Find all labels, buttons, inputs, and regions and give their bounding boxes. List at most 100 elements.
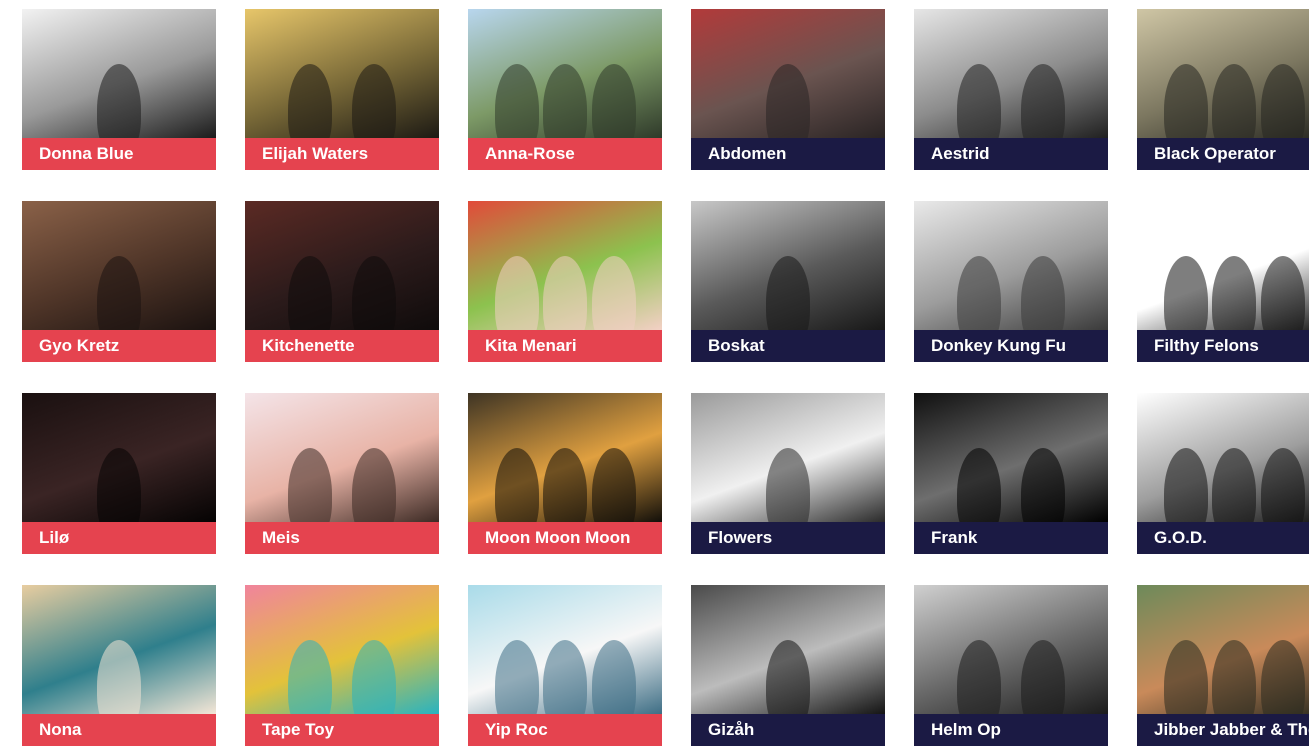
artist-name: Tape Toy bbox=[245, 714, 439, 746]
person-silhouette bbox=[97, 64, 141, 138]
artist-card[interactable]: Flowers bbox=[691, 393, 885, 554]
artist-card[interactable]: Frank bbox=[914, 393, 1108, 554]
person-silhouette bbox=[352, 448, 396, 522]
artist-photo bbox=[914, 585, 1108, 714]
artist-card[interactable]: Moon Moon Moon bbox=[468, 393, 662, 554]
artist-card[interactable]: Lilø bbox=[22, 393, 216, 554]
person-silhouette bbox=[957, 448, 1001, 522]
person-silhouette bbox=[543, 64, 587, 138]
artist-name: Frank bbox=[914, 522, 1108, 554]
person-silhouette bbox=[543, 256, 587, 330]
artist-card[interactable]: G.O.D. bbox=[1137, 393, 1309, 554]
artist-photo bbox=[1137, 201, 1309, 330]
person-silhouette bbox=[352, 256, 396, 330]
person-silhouette bbox=[97, 640, 141, 714]
person-silhouette bbox=[352, 640, 396, 714]
artist-photo bbox=[1137, 585, 1309, 714]
artist-card[interactable]: Abdomen bbox=[691, 9, 885, 170]
person-silhouette bbox=[1261, 448, 1305, 522]
artist-photo bbox=[22, 393, 216, 522]
person-silhouette bbox=[288, 256, 332, 330]
artist-card[interactable]: Kitchenette bbox=[245, 201, 439, 362]
artist-photo bbox=[245, 201, 439, 330]
artist-name: Nona bbox=[22, 714, 216, 746]
person-silhouette bbox=[495, 256, 539, 330]
artist-photo bbox=[468, 585, 662, 714]
person-silhouette bbox=[1164, 448, 1208, 522]
artist-name: Abdomen bbox=[691, 138, 885, 170]
artist-card[interactable]: Tape Toy bbox=[245, 585, 439, 746]
artist-card[interactable]: Helm Op bbox=[914, 585, 1108, 746]
artist-card[interactable]: Gizåh bbox=[691, 585, 885, 746]
artist-name: Moon Moon Moon bbox=[468, 522, 662, 554]
artist-name: Flowers bbox=[691, 522, 885, 554]
artist-card[interactable]: Donna Blue bbox=[22, 9, 216, 170]
person-silhouette bbox=[1261, 256, 1305, 330]
artist-card[interactable]: Kita Menari bbox=[468, 201, 662, 362]
artist-card[interactable]: Meis bbox=[245, 393, 439, 554]
person-silhouette bbox=[1021, 448, 1065, 522]
artist-photo bbox=[22, 201, 216, 330]
person-silhouette bbox=[1212, 448, 1256, 522]
person-silhouette bbox=[1261, 640, 1305, 714]
artist-photo bbox=[914, 201, 1108, 330]
artist-card[interactable]: Donkey Kung Fu bbox=[914, 201, 1108, 362]
artist-card[interactable]: Nona bbox=[22, 585, 216, 746]
artist-name: Helm Op bbox=[914, 714, 1108, 746]
person-silhouette bbox=[495, 640, 539, 714]
artist-photo bbox=[691, 585, 885, 714]
person-silhouette bbox=[495, 448, 539, 522]
artist-name: Yip Roc bbox=[468, 714, 662, 746]
artist-card[interactable]: Anna-Rose bbox=[468, 9, 662, 170]
artist-name: G.O.D. bbox=[1137, 522, 1309, 554]
artist-name: Kitchenette bbox=[245, 330, 439, 362]
artist-name: Jibber Jabber & The Jazzers bbox=[1137, 714, 1309, 746]
artist-card[interactable]: Aestrid bbox=[914, 9, 1108, 170]
person-silhouette bbox=[543, 640, 587, 714]
person-silhouette bbox=[1021, 256, 1065, 330]
person-silhouette bbox=[288, 640, 332, 714]
artist-photo bbox=[914, 393, 1108, 522]
person-silhouette bbox=[592, 64, 636, 138]
person-silhouette bbox=[1164, 64, 1208, 138]
artist-name: Kita Menari bbox=[468, 330, 662, 362]
artist-photo bbox=[22, 585, 216, 714]
person-silhouette bbox=[592, 640, 636, 714]
person-silhouette bbox=[766, 640, 810, 714]
artist-card[interactable]: Yip Roc bbox=[468, 585, 662, 746]
person-silhouette bbox=[97, 448, 141, 522]
artist-card[interactable]: Jibber Jabber & The Jazzers bbox=[1137, 585, 1309, 746]
artist-photo bbox=[245, 393, 439, 522]
artist-photo bbox=[468, 9, 662, 138]
artist-card[interactable]: Gyo Kretz bbox=[22, 201, 216, 362]
person-silhouette bbox=[97, 256, 141, 330]
artist-card[interactable]: Boskat bbox=[691, 201, 885, 362]
person-silhouette bbox=[592, 256, 636, 330]
person-silhouette bbox=[1212, 256, 1256, 330]
artist-name: Donna Blue bbox=[22, 138, 216, 170]
person-silhouette bbox=[1212, 64, 1256, 138]
person-silhouette bbox=[957, 64, 1001, 138]
artist-name: Filthy Felons bbox=[1137, 330, 1309, 362]
artist-photo bbox=[1137, 393, 1309, 522]
artist-photo bbox=[691, 9, 885, 138]
artist-name: Gizåh bbox=[691, 714, 885, 746]
artist-name: Anna-Rose bbox=[468, 138, 662, 170]
person-silhouette bbox=[957, 256, 1001, 330]
person-silhouette bbox=[543, 448, 587, 522]
person-silhouette bbox=[766, 64, 810, 138]
artist-card[interactable]: Filthy Felons bbox=[1137, 201, 1309, 362]
person-silhouette bbox=[495, 64, 539, 138]
artist-photo bbox=[468, 201, 662, 330]
artist-photo bbox=[1137, 9, 1309, 138]
person-silhouette bbox=[1021, 64, 1065, 138]
artist-name: Black Operator bbox=[1137, 138, 1309, 170]
artist-card[interactable]: Black Operator bbox=[1137, 9, 1309, 170]
artist-name: Elijah Waters bbox=[245, 138, 439, 170]
artist-photo bbox=[468, 393, 662, 522]
person-silhouette bbox=[1164, 640, 1208, 714]
artist-card[interactable]: Elijah Waters bbox=[245, 9, 439, 170]
artist-name: Donkey Kung Fu bbox=[914, 330, 1108, 362]
person-silhouette bbox=[592, 448, 636, 522]
person-silhouette bbox=[766, 448, 810, 522]
